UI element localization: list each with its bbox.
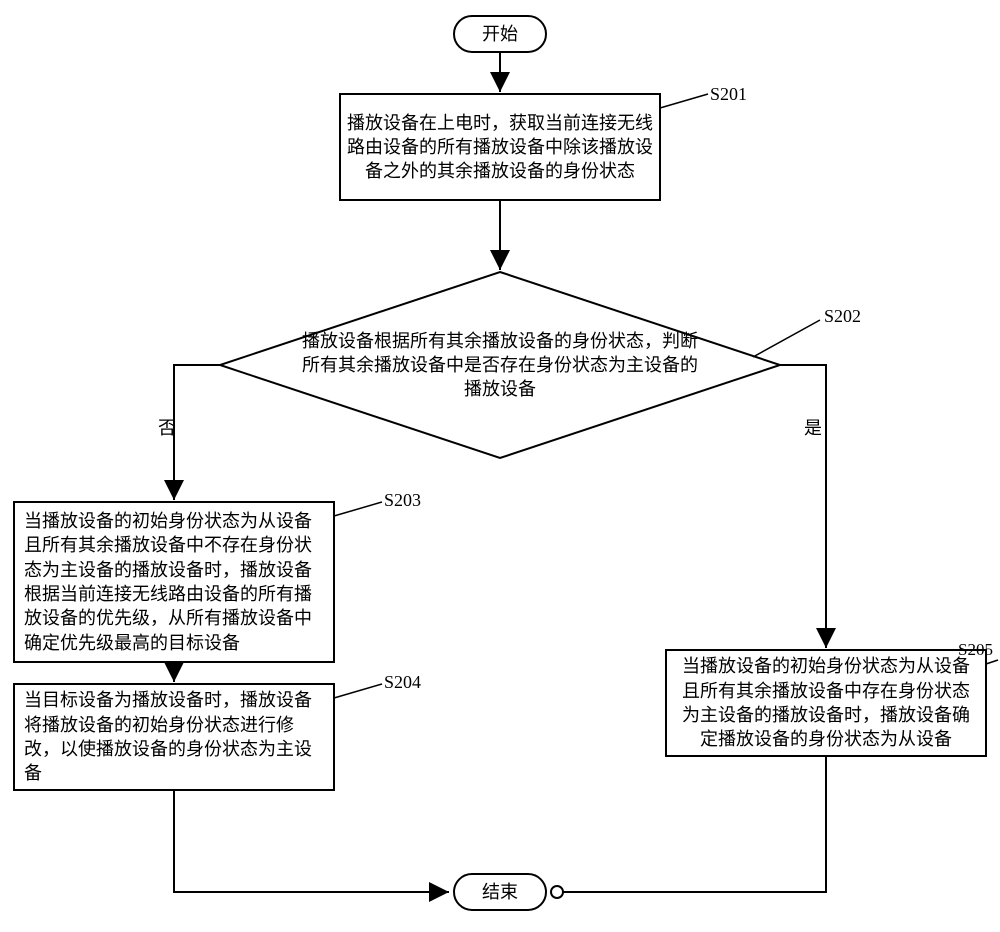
s202-tag-line: [753, 320, 820, 357]
end-label: 结束: [454, 874, 546, 910]
yes-label: 是: [804, 414, 822, 440]
s204-tag-line: [334, 684, 382, 698]
s202-tag: S202: [824, 306, 861, 327]
no-label: 否: [158, 414, 176, 440]
merge-dot: [551, 886, 563, 898]
s203-text: 当播放设备的初始身份状态为从设备且所有其余播放设备中不存在身份状态为主设备的播放…: [22, 508, 326, 656]
edge-s202-s205: [780, 365, 826, 648]
edge-s204-end: [174, 790, 449, 892]
s205-tag-line: [986, 660, 998, 664]
s205-text: 当播放设备的初始身份状态为从设备且所有其余播放设备中存在身份状态为主设备的播放设…: [674, 656, 978, 750]
edge-s205-end: [563, 756, 826, 892]
start-label: 开始: [454, 16, 546, 52]
s204-text: 当目标设备为播放设备时，播放设备将播放设备的初始身份状态进行修改，以使播放设备的…: [22, 690, 326, 784]
s205-tag: S205: [958, 640, 998, 660]
s203-tag: S203: [384, 490, 421, 511]
s204-tag: S204: [384, 672, 421, 693]
s201-tag: S201: [710, 84, 747, 105]
s203-tag-line: [334, 502, 382, 516]
s201-tag-line: [660, 94, 708, 108]
s201-text: 播放设备在上电时，获取当前连接无线路由设备的所有播放设备中除该播放设备之外的其余…: [346, 98, 654, 196]
edge-s202-s203: [174, 365, 220, 500]
s202-text: 播放设备根据所有其余播放设备的身份状态，判断所有其余播放设备中是否存在身份状态为…: [298, 320, 702, 410]
